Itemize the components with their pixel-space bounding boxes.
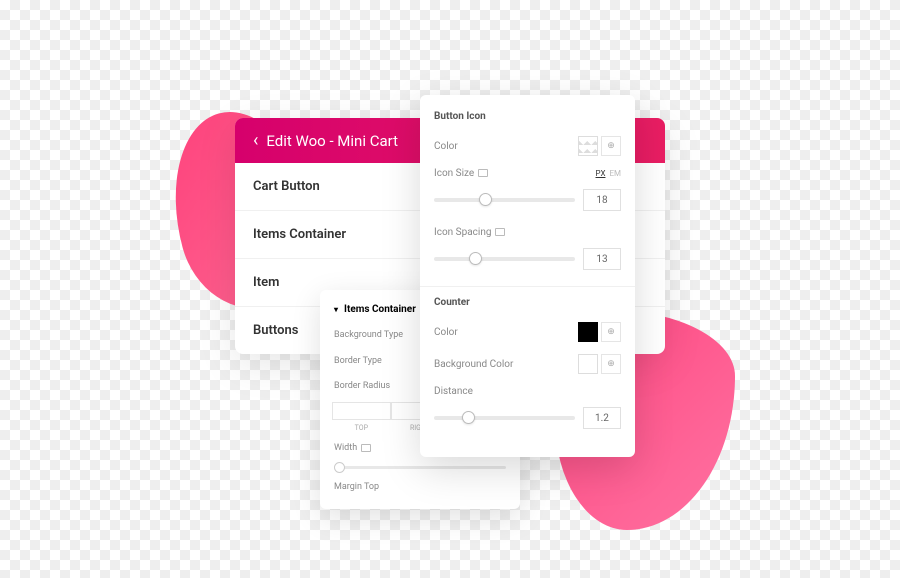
responsive-icon[interactable] [361,444,371,452]
icon-spacing-label: Icon Spacing [434,227,491,238]
color-swatch-white[interactable] [578,354,598,374]
button-icon-panel: Button Icon Color ⊕ Icon Size PXEM Icon … [420,95,635,457]
section-button-icon: Button Icon [420,107,635,130]
global-color-icon[interactable]: ⊕ [601,322,621,342]
color-swatch-transparent[interactable] [578,136,598,156]
responsive-icon[interactable] [495,228,505,236]
margin-top-row: Margin Top [320,475,520,499]
icon-size-input[interactable] [583,189,621,211]
color-label: Color [434,141,458,152]
section-counter: Counter [420,293,635,316]
distance-input[interactable] [583,407,621,429]
distance-label: Distance [434,386,473,397]
global-color-icon[interactable]: ⊕ [601,136,621,156]
icon-size-label: Icon Size [434,168,474,179]
responsive-icon[interactable] [478,169,488,177]
bg-color-label: Background Color [434,359,513,370]
icon-spacing-slider[interactable] [434,257,575,261]
panel-title: Edit Woo - Mini Cart [266,132,398,150]
distance-slider[interactable] [434,416,575,420]
icon-spacing-input[interactable] [583,248,621,270]
icon-size-slider[interactable] [434,198,575,202]
color-swatch-black[interactable] [578,322,598,342]
global-color-icon[interactable]: ⊕ [601,354,621,374]
counter-color-label: Color [434,327,458,338]
unit-selector[interactable]: PXEM [596,169,621,178]
width-slider[interactable] [334,466,506,469]
